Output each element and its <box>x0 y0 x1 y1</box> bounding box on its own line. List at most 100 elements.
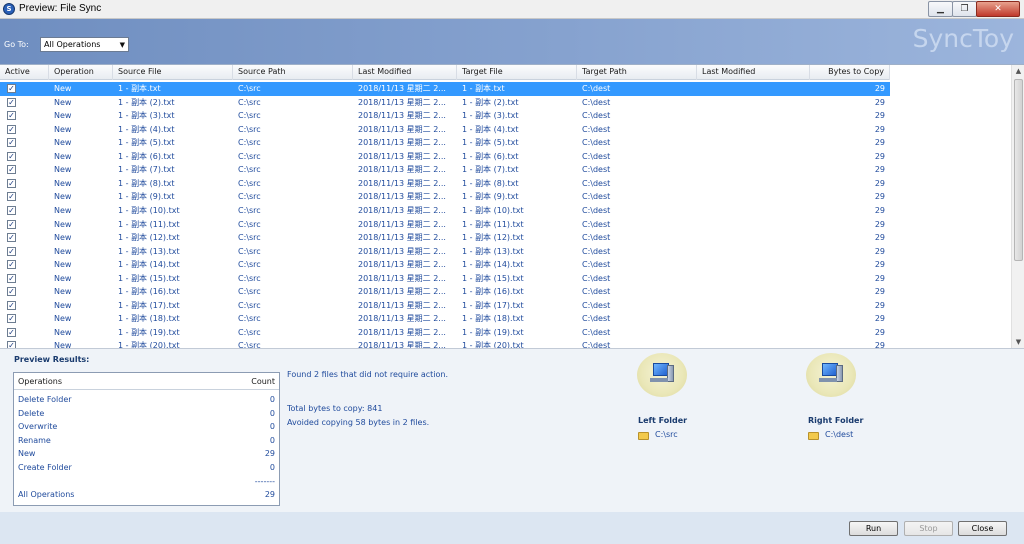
cell-tgt: 1 - 副本 (3).txt <box>462 111 519 121</box>
cell-bytes: 29 <box>874 273 885 283</box>
table-row[interactable]: ✓ New 1 - 副本.txt C:\src 2018/11/13 星期二 2... 1… <box>0 82 890 96</box>
cell-srcpath: C:\src <box>238 260 261 270</box>
active-checkbox[interactable]: ✓ <box>7 165 16 175</box>
dropdown-arrow-icon: ▼ <box>119 41 125 49</box>
close-window-button[interactable]: ✕ <box>976 1 1020 17</box>
table-row[interactable]: ✓ New 1 - 副本 (7).txt C:\src 2018/11/13 星期二 2… <box>0 163 890 177</box>
column-header-target-path[interactable]: Target Path <box>577 65 697 80</box>
left-folder-section: Left Folder C:\src <box>630 349 750 513</box>
vertical-scrollbar[interactable]: ▲ ▼ <box>1011 65 1024 348</box>
active-checkbox[interactable]: ✓ <box>7 327 16 337</box>
table-row[interactable]: ✓ New 1 - 副本 (15).txt C:\src 2018/11/13 星期二 … <box>0 272 890 286</box>
cell-mod: 2018/11/13 星期二 2... <box>358 273 446 283</box>
active-checkbox[interactable]: ✓ <box>7 111 16 121</box>
active-checkbox[interactable]: ✓ <box>7 260 16 270</box>
cell-tgtpath: C:\dest <box>582 260 611 270</box>
scroll-down-icon[interactable]: ▼ <box>1012 336 1024 348</box>
table-row[interactable]: ✓ New 1 - 副本 (17).txt C:\src 2018/11/13 星期二 … <box>0 299 890 313</box>
op-label-rename: Rename <box>18 436 51 445</box>
table-row[interactable]: ✓ New 1 - 副本 (18).txt C:\src 2018/11/13 星期二 … <box>0 312 890 326</box>
cell-bytes: 29 <box>874 219 885 229</box>
goto-dropdown[interactable]: All Operations ▼ <box>40 37 129 52</box>
table-row[interactable]: ✓ New 1 - 副本 (5).txt C:\src 2018/11/13 星期二 2… <box>0 136 890 150</box>
cell-src: 1 - 副本 (18).txt <box>118 314 180 324</box>
table-row[interactable]: ✓ New 1 - 副本 (20).txt C:\src 2018/11/13 星期二 … <box>0 339 890 348</box>
active-checkbox[interactable]: ✓ <box>7 246 16 256</box>
table-row[interactable]: ✓ New 1 - 副本 (19).txt C:\src 2018/11/13 星期二 … <box>0 326 890 340</box>
cell-bytes: 29 <box>874 192 885 202</box>
cell-op: New <box>54 192 72 202</box>
cell-op: New <box>54 219 72 229</box>
column-header-bytes-to-copy[interactable]: Bytes to Copy <box>810 65 890 80</box>
op-label-overwrite: Overwrite <box>18 422 58 431</box>
minimize-button[interactable]: ▁ <box>928 1 953 17</box>
cell-tgtpath: C:\dest <box>582 246 611 256</box>
cell-tgtpath: C:\dest <box>582 273 611 283</box>
active-checkbox[interactable]: ✓ <box>7 219 16 229</box>
column-header-source-file[interactable]: Source File <box>113 65 233 80</box>
cell-tgtpath: C:\dest <box>582 84 611 93</box>
cell-srcpath: C:\src <box>238 205 261 215</box>
table-row[interactable]: ✓ New 1 - 副本 (6).txt C:\src 2018/11/13 星期二 2… <box>0 150 890 164</box>
active-checkbox[interactable]: ✓ <box>7 287 16 297</box>
cell-op: New <box>54 273 72 283</box>
cell-mod: 2018/11/13 星期二 2... <box>358 287 446 297</box>
column-header-operation[interactable]: Operation <box>49 65 113 80</box>
op-label-all-operations: All Operations <box>18 490 75 499</box>
active-checkbox[interactable]: ✓ <box>7 151 16 161</box>
table-row[interactable]: ✓ New 1 - 副本 (14).txt C:\src 2018/11/13 星期二 … <box>0 258 890 272</box>
cell-op: New <box>54 205 72 215</box>
scrollbar-thumb[interactable] <box>1014 79 1023 261</box>
table-row[interactable]: ✓ New 1 - 副本 (16).txt C:\src 2018/11/13 星期二 … <box>0 285 890 299</box>
table-row[interactable]: ✓ New 1 - 副本 (13).txt C:\src 2018/11/13 星期二 … <box>0 245 890 259</box>
active-checkbox[interactable]: ✓ <box>7 273 16 283</box>
active-checkbox[interactable]: ✓ <box>7 124 16 134</box>
active-checkbox[interactable]: ✓ <box>7 300 16 310</box>
goto-label: Go To: <box>4 40 29 49</box>
active-checkbox[interactable]: ✓ <box>7 205 16 215</box>
active-checkbox[interactable]: ✓ <box>7 138 16 148</box>
active-checkbox[interactable]: ✓ <box>7 178 16 188</box>
cell-op: New <box>54 246 72 256</box>
scroll-up-icon[interactable]: ▲ <box>1012 65 1024 78</box>
found-files-message: Found 2 files that did not require actio… <box>287 370 449 379</box>
active-checkbox[interactable]: ✓ <box>7 192 16 202</box>
cell-op: New <box>54 260 72 270</box>
computer-icon <box>637 353 687 397</box>
cell-mod: 2018/11/13 星期二 2... <box>358 205 446 215</box>
table-row[interactable]: ✓ New 1 - 副本 (4).txt C:\src 2018/11/13 星期二 2… <box>0 123 890 137</box>
table-row[interactable]: ✓ New 1 - 副本 (10).txt C:\src 2018/11/13 星期二 … <box>0 204 890 218</box>
column-header-source-path[interactable]: Source Path <box>233 65 353 80</box>
table-row[interactable]: ✓ New 1 - 副本 (3).txt C:\src 2018/11/13 星期二 2… <box>0 109 890 123</box>
cell-op: New <box>54 178 72 188</box>
active-checkbox[interactable]: ✓ <box>7 314 16 324</box>
cell-bytes: 29 <box>874 97 885 107</box>
table-row[interactable]: ✓ New 1 - 副本 (9).txt C:\src 2018/11/13 星期二 2… <box>0 190 890 204</box>
active-checkbox[interactable]: ✓ <box>7 84 16 93</box>
cell-tgtpath: C:\dest <box>582 111 611 121</box>
table-row[interactable]: ✓ New 1 - 副本 (12).txt C:\src 2018/11/13 星期二 … <box>0 231 890 245</box>
table-row[interactable]: ✓ New 1 - 副本 (11).txt C:\src 2018/11/13 星期二 … <box>0 218 890 232</box>
cell-tgtpath: C:\dest <box>582 192 611 202</box>
active-checkbox[interactable]: ✓ <box>7 233 16 243</box>
stop-button[interactable]: Stop <box>904 521 953 536</box>
op-count-delete-folder: 0 <box>269 395 275 404</box>
cell-mod: 2018/11/13 星期二 2... <box>358 219 446 229</box>
cell-src: 1 - 副本 (13).txt <box>118 246 180 256</box>
table-row[interactable]: ✓ New 1 - 副本 (2).txt C:\src 2018/11/13 星期二 2… <box>0 96 890 110</box>
active-checkbox[interactable]: ✓ <box>7 97 16 107</box>
cell-srcpath: C:\src <box>238 138 261 148</box>
column-header-target-file[interactable]: Target File <box>457 65 577 80</box>
run-button[interactable]: Run <box>849 521 898 536</box>
cell-srcpath: C:\src <box>238 246 261 256</box>
cell-mod: 2018/11/13 星期二 2... <box>358 341 446 348</box>
close-button[interactable]: Close <box>958 521 1007 536</box>
column-header-last-modified-source[interactable]: Last Modified <box>353 65 457 80</box>
restore-button[interactable]: ❐ <box>952 1 977 17</box>
cell-tgtpath: C:\dest <box>582 165 611 175</box>
column-header-last-modified-target[interactable]: Last Modified <box>697 65 810 80</box>
footer-bar: Run Stop Close <box>0 512 1024 544</box>
column-header-active[interactable]: Active <box>0 65 49 80</box>
cell-tgt: 1 - 副本 (18).txt <box>462 314 524 324</box>
table-row[interactable]: ✓ New 1 - 副本 (8).txt C:\src 2018/11/13 星期二 2… <box>0 177 890 191</box>
